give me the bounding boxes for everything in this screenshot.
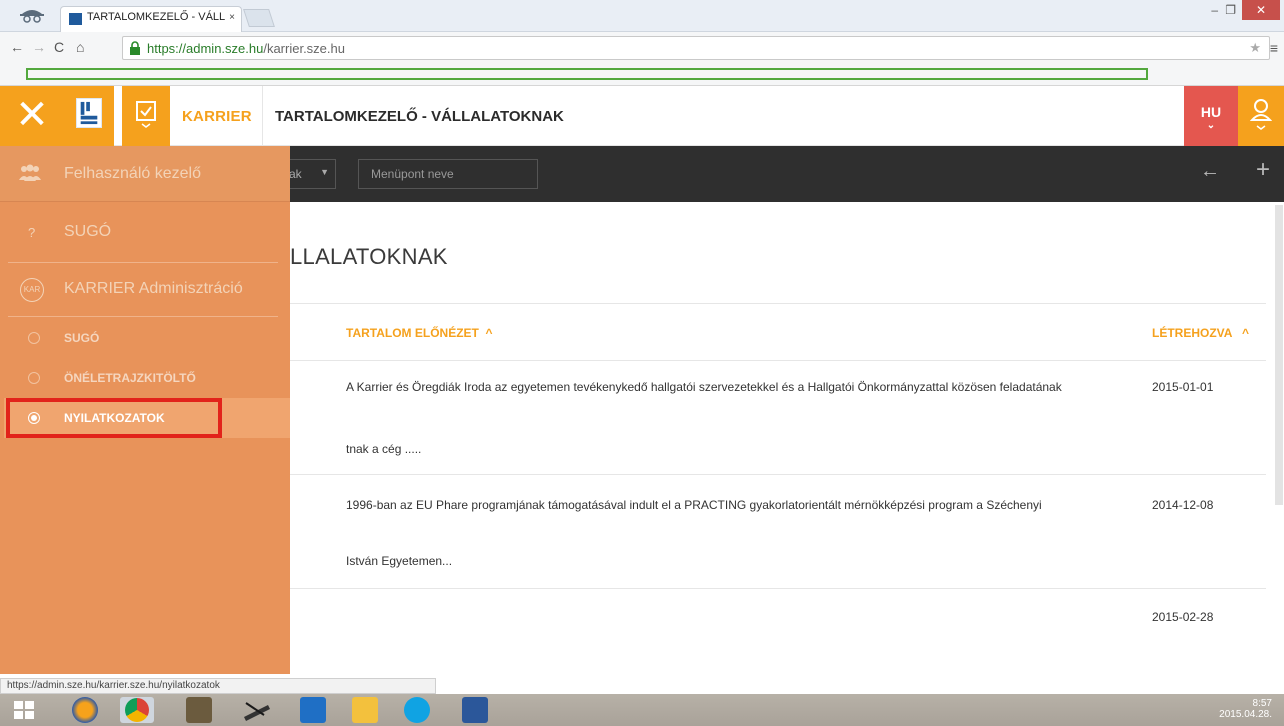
row-created-date: 2014-12-08	[1152, 498, 1214, 512]
chrome-taskbar-button[interactable]	[120, 697, 154, 723]
sort-up-icon: ^	[1235, 326, 1250, 340]
close-menu-button[interactable]: ✕	[0, 86, 64, 146]
row-preview-line1: A Karrier és Öregdiák Iroda az egyetemen…	[346, 380, 1062, 394]
language-code: HU	[1200, 104, 1222, 120]
word-icon[interactable]	[462, 697, 488, 723]
window-close-button[interactable]: ✕	[1242, 0, 1280, 20]
sort-up-icon: ^	[482, 326, 493, 340]
windows-start-icon[interactable]	[14, 701, 34, 719]
header-divider	[262, 86, 263, 146]
column-header-preview[interactable]: TARTALOM ELŐNÉZET ^	[346, 326, 493, 340]
forward-icon[interactable]: →	[32, 39, 46, 55]
sidebar-item-label: KARRIER Adminisztráció	[64, 280, 243, 297]
users-icon	[19, 164, 41, 181]
clock-time: 8:57	[1252, 698, 1272, 709]
radio-icon	[28, 332, 40, 344]
back-arrow-icon[interactable]: ←	[1200, 160, 1220, 183]
lock-icon	[130, 41, 140, 55]
sidebar-subitem-label: ÖNÉLETRAJZKITÖLTŐ	[64, 371, 196, 385]
sidebar-menu: Felhasználó kezelő ? SUGÓ KAR KARRIER Ad…	[0, 146, 290, 674]
user-menu-button[interactable]	[1238, 86, 1284, 146]
kar-badge-icon: KAR	[20, 278, 44, 302]
folder-icon[interactable]	[352, 697, 378, 723]
row-created-date: 2015-01-01	[1152, 380, 1214, 394]
university-logo[interactable]	[64, 86, 114, 146]
url-input[interactable]: https://admin.sze.hu/karrier.sze.hu ★	[122, 36, 1270, 60]
menu-name-input[interactable]	[358, 159, 538, 189]
url-text: https://admin.sze.hu/karrier.sze.hu	[147, 41, 345, 56]
bookmark-star-icon[interactable]: ★	[1249, 40, 1261, 56]
radio-icon	[28, 372, 40, 384]
sidebar-item-label: Felhasználó kezelő	[64, 165, 201, 182]
new-tab-button[interactable]	[243, 9, 275, 27]
minimize-icon[interactable]: –	[1211, 3, 1218, 17]
annotation-highlight-box	[6, 398, 222, 438]
back-icon[interactable]: ←	[10, 39, 24, 55]
scanner-icon[interactable]	[240, 697, 274, 723]
tab-close-icon[interactable]: ×	[229, 12, 235, 23]
bookmarks-bar	[0, 64, 1284, 86]
filter-select-value: ak	[289, 167, 302, 181]
firefox-icon[interactable]	[72, 697, 98, 723]
scrollbar[interactable]	[1275, 205, 1283, 505]
browser-tab[interactable]: TARTALOMKEZELŐ - VÁLL ×	[60, 6, 242, 32]
sidebar-divider	[8, 316, 278, 317]
sidebar-subitem-label: SUGÓ	[64, 331, 100, 345]
outlook-icon[interactable]	[300, 697, 326, 723]
sidebar-subitem-cv[interactable]: ÖNÉLETRAJZKITÖLTŐ	[0, 358, 290, 398]
row-created-date: 2015-02-28	[1152, 610, 1214, 624]
skype-icon[interactable]	[404, 697, 430, 723]
page-title: TARTALOMKEZELŐ - VÁLLALATOKNAK	[275, 108, 564, 125]
browser-tab-bar: TARTALOMKEZELŐ - VÁLL × – ❐ ✕	[0, 0, 1284, 32]
browser-menu-icon[interactable]: ≡	[1270, 40, 1278, 56]
help-icon: ?	[28, 225, 36, 240]
sidebar-item-user-manager[interactable]: Felhasználó kezelő	[0, 146, 290, 202]
clock-date: 2015.04.28.	[1219, 709, 1272, 720]
media-player-icon[interactable]	[186, 697, 212, 723]
sidebar-subitem-help[interactable]: SUGÓ	[0, 318, 290, 358]
module-label[interactable]: KARRIER	[182, 108, 252, 125]
reload-icon[interactable]: C	[54, 39, 64, 55]
tab-title: TARTALOMKEZELŐ - VÁLL	[87, 11, 226, 23]
chrome-icon	[125, 698, 149, 722]
home-icon[interactable]: ⌂	[76, 39, 84, 55]
sidebar-item-karrier-admin[interactable]: KAR KARRIER Adminisztráció	[0, 262, 290, 318]
site-favicon-icon	[69, 13, 82, 25]
row-preview-line1: 1996-ban az EU Phare programjának támoga…	[346, 498, 1042, 512]
system-tray[interactable]: 8:57 2015.04.28.	[1219, 698, 1272, 720]
logo-icon	[76, 98, 102, 128]
column-header-created[interactable]: LÉTREHOZVA ^	[1152, 326, 1249, 340]
add-icon[interactable]: +	[1256, 156, 1270, 184]
bookmarks-redaction-box	[26, 68, 1148, 80]
table-divider	[290, 474, 1266, 475]
sidebar-item-label: SUGÓ	[64, 223, 112, 240]
table-divider	[290, 588, 1266, 589]
checklist-module-button[interactable]	[122, 86, 170, 146]
row-preview-line2: tnak a cég .....	[346, 442, 422, 456]
restore-icon[interactable]: ❐	[1225, 3, 1236, 17]
user-icon	[1250, 99, 1272, 130]
section-title: LLALATOKNAK	[290, 244, 448, 269]
table-divider	[290, 360, 1266, 361]
header-divider-line	[290, 303, 1266, 304]
sidebar-item-help[interactable]: ? SUGÓ	[0, 202, 290, 262]
row-preview-line2: István Egyetemen...	[346, 554, 453, 568]
caret-down-icon: ▼	[320, 167, 329, 177]
status-url-tooltip: https://admin.sze.hu/karrier.sze.hu/nyil…	[0, 678, 436, 694]
chevron-down-icon: ⌄	[1206, 120, 1216, 131]
checklist-icon	[136, 101, 156, 128]
app-header: ✕ KARRIER TARTALOMKEZELŐ - VÁLLALATOKNAK…	[0, 86, 1284, 146]
incognito-icon	[20, 10, 44, 23]
windows-taskbar: 8:57 2015.04.28.	[0, 694, 1284, 726]
language-selector[interactable]: HU ⌄	[1184, 86, 1238, 146]
